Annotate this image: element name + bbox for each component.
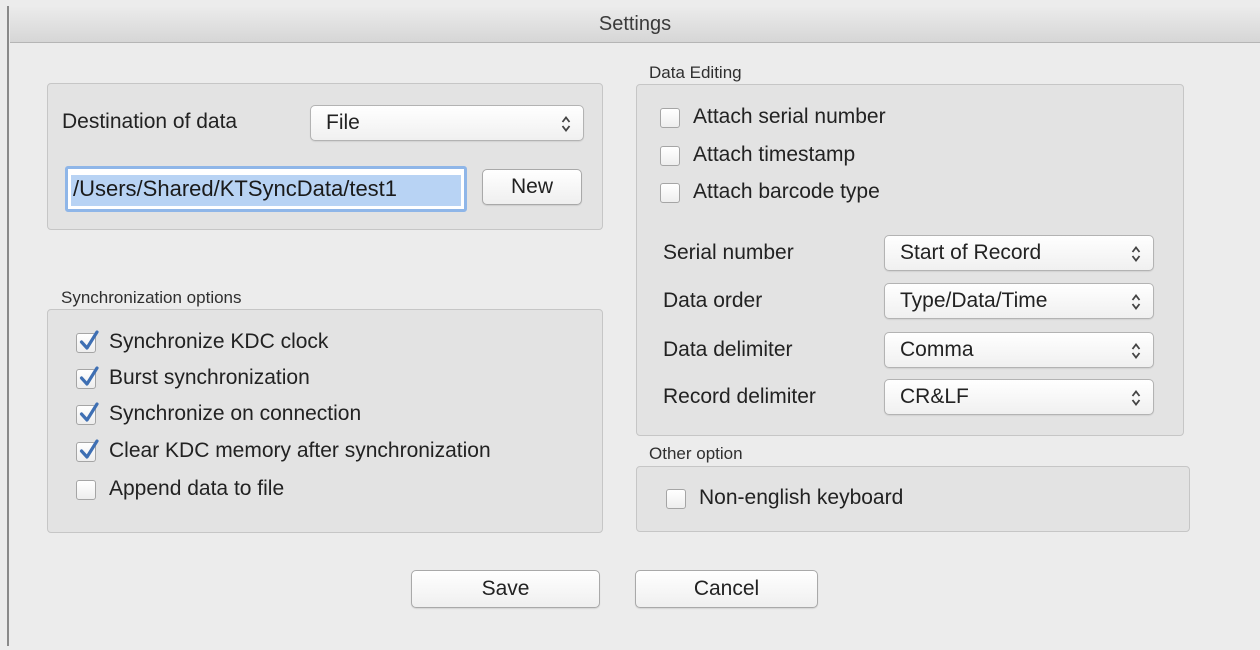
destination-path-value: /Users/Shared/KTSyncData/test1 xyxy=(73,176,398,201)
checkbox-label: Attach timestamp xyxy=(693,143,856,166)
updown-arrows-icon xyxy=(1131,343,1141,359)
window-titlebar[interactable]: Settings xyxy=(10,6,1260,43)
destination-select[interactable]: File xyxy=(310,105,584,141)
checkbox-label: Burst synchronization xyxy=(109,366,310,389)
cancel-button[interactable]: Cancel xyxy=(635,570,818,608)
checkbox[interactable] xyxy=(660,146,680,166)
data-delimiter-label: Data delimiter xyxy=(663,338,793,361)
checkbox-label: Non-english keyboard xyxy=(699,486,904,509)
data-delimiter-select[interactable]: Comma xyxy=(884,332,1154,368)
checkmark-icon xyxy=(79,402,99,422)
new-button[interactable]: New xyxy=(482,169,582,205)
data-order-value: Type/Data/Time xyxy=(900,289,1048,312)
checkbox[interactable] xyxy=(76,330,99,353)
data-delimiter-value: Comma xyxy=(900,338,974,361)
updown-arrows-icon xyxy=(1131,294,1141,310)
checkbox-label: Synchronize KDC clock xyxy=(109,330,329,353)
checkbox[interactable] xyxy=(660,108,680,128)
settings-window: Destination of data File /Users/Shared/K… xyxy=(10,43,1260,650)
checkbox-label: Attach serial number xyxy=(693,105,886,128)
save-button[interactable]: Save xyxy=(411,570,600,608)
checkbox-label: Attach barcode type xyxy=(693,180,880,203)
record-delimiter-label: Record delimiter xyxy=(663,385,816,408)
checkbox-label: Synchronize on connection xyxy=(109,402,362,425)
sync-group-label: Synchronization options xyxy=(61,288,242,307)
window-title: Settings xyxy=(598,13,672,35)
checkbox[interactable] xyxy=(76,402,99,425)
serial-number-select[interactable]: Start of Record xyxy=(884,235,1154,271)
destination-path-field[interactable]: /Users/Shared/KTSyncData/test1 xyxy=(65,166,467,212)
updown-arrows-icon xyxy=(561,116,571,132)
updown-arrows-icon xyxy=(1131,246,1141,262)
checkmark-icon xyxy=(79,330,99,350)
serial-number-label: Serial number xyxy=(663,241,794,264)
checkbox-label: Clear KDC memory after synchronization xyxy=(109,439,491,462)
window-left-edge xyxy=(7,6,9,646)
checkmark-icon xyxy=(79,439,99,459)
checkbox-label: Append data to file xyxy=(109,477,285,500)
updown-arrows-icon xyxy=(1131,390,1141,406)
record-delimiter-select[interactable]: CR&LF xyxy=(884,379,1154,415)
destination-select-value: File xyxy=(326,111,360,134)
checkmark-icon xyxy=(79,366,99,386)
data-order-label: Data order xyxy=(663,289,763,312)
checkbox[interactable] xyxy=(76,366,99,389)
checkbox[interactable] xyxy=(660,183,680,203)
checkbox[interactable] xyxy=(76,480,96,500)
serial-number-value: Start of Record xyxy=(900,241,1042,264)
other-option-group-label: Other option xyxy=(649,444,743,463)
checkbox[interactable] xyxy=(666,489,686,509)
destination-label: Destination of data xyxy=(62,110,238,133)
record-delimiter-value: CR&LF xyxy=(900,385,969,408)
data-editing-group-label: Data Editing xyxy=(649,63,742,82)
checkbox[interactable] xyxy=(76,439,99,462)
data-order-select[interactable]: Type/Data/Time xyxy=(884,283,1154,319)
